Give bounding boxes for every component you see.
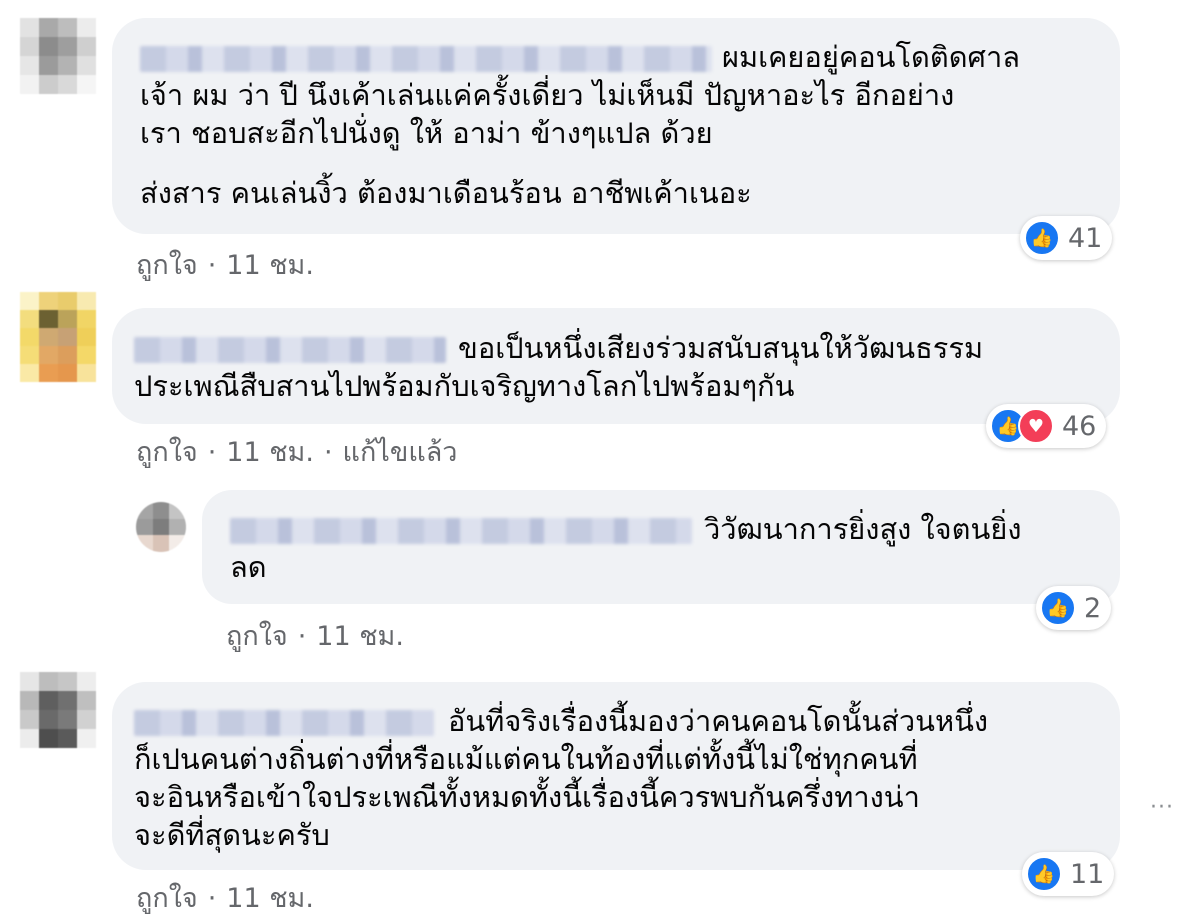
reaction-count: 46 xyxy=(1062,410,1097,442)
comment-actions: ถูกใจ · 11 ชม. · แก้ไขแล้ว xyxy=(136,430,467,473)
timestamp[interactable]: 11 ชม. xyxy=(226,883,314,914)
comment-actions: ถูกใจ · 11 ชม. xyxy=(136,876,324,919)
avatar[interactable] xyxy=(20,672,96,748)
reaction-summary[interactable]: 👍 41 xyxy=(1020,216,1113,260)
like-button[interactable]: ถูกใจ xyxy=(226,621,288,652)
heart-icon: ♥ xyxy=(1018,408,1054,444)
reply-bubble: วิวัฒนาการยิ่งสูง ใจตนยิ่ง ลด xyxy=(202,490,1120,604)
like-button[interactable]: ถูกใจ xyxy=(136,250,198,281)
like-button[interactable]: ถูกใจ xyxy=(136,883,198,914)
avatar[interactable] xyxy=(20,292,96,382)
separator: · xyxy=(207,250,217,281)
comment-actions: ถูกใจ · 11 ชม. xyxy=(226,614,414,657)
comment-text: อันที่จริงเรื่องนี้มองว่าคนคอนโดนั้นส่วน… xyxy=(134,704,989,852)
separator: · xyxy=(323,437,333,468)
comment-text: ขอเป็นหนึ่งเสียงร่วมสนับสนุนให้วัฒนธรรม … xyxy=(134,331,984,403)
timestamp[interactable]: 11 ชม. xyxy=(226,250,314,281)
more-options-icon[interactable]: ··· xyxy=(1150,795,1174,820)
reaction-count: 41 xyxy=(1068,222,1103,254)
timestamp[interactable]: 11 ชม. xyxy=(316,621,404,652)
commenter-name[interactable] xyxy=(140,46,712,72)
reaction-summary[interactable]: 👍 11 xyxy=(1022,852,1115,896)
comment-text-paragraph: ส่งสาร คนเล่นงิ้ว ต้องมาเดือนร้อน อาชีพเ… xyxy=(140,176,752,210)
timestamp[interactable]: 11 ชม. xyxy=(226,437,314,468)
commenter-name[interactable] xyxy=(230,518,692,544)
avatar[interactable] xyxy=(20,18,96,94)
reaction-count: 2 xyxy=(1084,592,1102,624)
reaction-count: 11 xyxy=(1070,858,1105,890)
comment-bubble: ผมเคยอยู่คอนโดติดศาล เจ้า ผม ว่า ปี นึงเ… xyxy=(112,18,1120,234)
comment-actions: ถูกใจ · 11 ชม. xyxy=(136,243,324,286)
separator: · xyxy=(207,883,217,914)
like-icon: 👍 xyxy=(1040,590,1076,626)
avatar[interactable] xyxy=(136,502,186,552)
separator: · xyxy=(297,621,307,652)
like-icon: 👍 xyxy=(1026,856,1062,892)
like-button[interactable]: ถูกใจ xyxy=(136,437,198,468)
comment-bubble: อันที่จริงเรื่องนี้มองว่าคนคอนโดนั้นส่วน… xyxy=(112,682,1120,870)
separator: · xyxy=(207,437,217,468)
commenter-name[interactable] xyxy=(134,710,434,736)
commenter-name[interactable] xyxy=(134,337,446,363)
edited-label[interactable]: แก้ไขแล้ว xyxy=(343,437,458,468)
comment-bubble: ขอเป็นหนึ่งเสียงร่วมสนับสนุนให้วัฒนธรรม … xyxy=(112,308,1120,424)
comment-text: วิวัฒนาการยิ่งสูง ใจตนยิ่ง ลด xyxy=(230,512,1022,584)
reaction-summary[interactable]: 👍 2 xyxy=(1036,586,1112,630)
like-icon: 👍 xyxy=(1024,220,1060,256)
comment-text: ผมเคยอยู่คอนโดติดศาล เจ้า ผม ว่า ปี นึงเ… xyxy=(140,40,1021,150)
reaction-summary[interactable]: 👍 ♥ 46 xyxy=(986,404,1107,448)
